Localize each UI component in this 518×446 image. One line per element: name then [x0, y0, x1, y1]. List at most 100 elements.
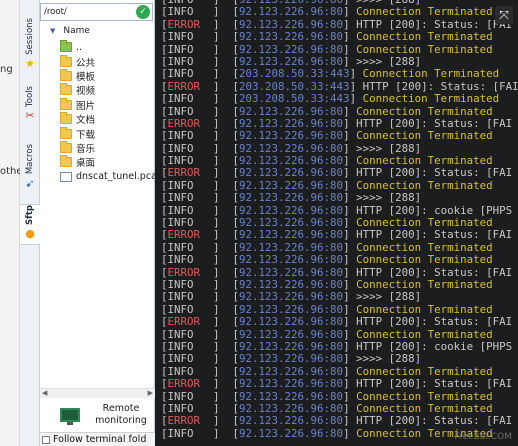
file-list-item[interactable]: ..: [40, 40, 155, 54]
star-icon: ★: [25, 57, 35, 71]
log-address: 92.123.226.96:80: [239, 378, 344, 391]
file-list-item[interactable]: 模板: [40, 68, 155, 83]
bracket: ] [: [193, 340, 240, 353]
log-message: HTTP [200]: Status: [FAI: [362, 80, 518, 93]
log-message: >>>> [288]: [356, 192, 422, 205]
file-name: dnscat_tunel.pcapr: [76, 171, 155, 183]
bracket: ] [: [193, 93, 240, 106]
bracket: ] [: [193, 303, 240, 316]
bracket: ] [: [193, 365, 240, 378]
bracket: ] [: [193, 291, 240, 304]
bracket: ] [: [200, 378, 240, 391]
log-level: INFO: [167, 130, 194, 143]
remote-monitoring-button[interactable]: Remote monitoring: [60, 400, 158, 430]
tab-sessions[interactable]: Sessions ★: [20, 18, 40, 70]
bracket: ]: [343, 415, 357, 428]
log-address: 92.123.226.96:80: [239, 43, 344, 56]
bracket: ] [: [193, 6, 240, 19]
bracket: ] [: [193, 278, 240, 291]
log-level: ERROR: [167, 18, 201, 31]
log-line: [ERROR ] [92.123.226.96:80] HTTP [200]: …: [161, 167, 518, 179]
log-message: Connection Terminated: [362, 93, 500, 106]
log-level: INFO: [167, 402, 194, 415]
horizontal-scrollbar[interactable]: ◀ ▶: [40, 388, 155, 398]
log-address: 92.123.226.96:80: [239, 390, 344, 403]
file-list-item[interactable]: 文档: [40, 112, 155, 126]
log-address: 92.123.226.96:80: [239, 117, 344, 130]
bracket: ]: [343, 402, 357, 415]
file-list-item[interactable]: 公共: [40, 54, 155, 69]
file-list-item[interactable]: 音乐: [40, 140, 155, 155]
log-level: INFO: [167, 340, 194, 353]
log-line: [INFO ] [92.123.226.96:80] Connection Te…: [161, 44, 518, 56]
bracket: ] [: [193, 55, 240, 68]
file-name: 视频: [76, 86, 96, 98]
bracket: ]: [343, 278, 357, 291]
log-message: HTTP [200]: Status: [FAI: [356, 167, 513, 180]
log-level: ERROR: [167, 167, 201, 180]
bracket: ] [: [200, 266, 240, 279]
fullscreen-icon[interactable]: ⤧: [495, 6, 513, 24]
log-line: [INFO ] [203.208.50.33:443] Connection T…: [161, 68, 518, 80]
file-list-item[interactable]: dnscat_tunel.pcapr: [40, 170, 155, 184]
bracket: ]: [343, 192, 357, 205]
log-address: 92.123.226.96:80: [239, 18, 344, 31]
log-message: >>>> [288]: [356, 353, 422, 366]
log-address: 92.123.226.96:80: [239, 6, 344, 19]
log-message: Connection Terminated: [356, 105, 493, 118]
log-line: [INFO ] [92.123.226.96:80] >>>> [288]: [161, 56, 518, 68]
terminal-pane[interactable]: [INFO ] [92.123.226.96:80] >>>> [288][IN…: [155, 0, 518, 446]
bracket: ] [: [193, 130, 240, 143]
tab-sftp[interactable]: Sftp ●: [20, 204, 40, 245]
bracket: ] [: [193, 204, 240, 217]
bracket: ] [: [193, 402, 240, 415]
log-level: INFO: [167, 6, 194, 19]
file-list-item[interactable]: 视频: [40, 83, 155, 97]
bracket: ] [: [193, 254, 240, 267]
file-list-item[interactable]: 图片: [40, 97, 155, 112]
log-level: INFO: [167, 68, 194, 81]
side-tab-bar: Sessions ★ Tools ✂ Macros ➹ Sftp ●: [20, 0, 40, 446]
path-input[interactable]: /root/: [41, 7, 136, 17]
sort-caret-icon: ▼: [50, 27, 56, 35]
log-message: Connection Terminated: [356, 278, 493, 291]
log-message: Connection Terminated: [356, 217, 493, 230]
log-address: 92.123.226.96:80: [239, 427, 344, 440]
scroll-left-icon[interactable]: ◀: [42, 389, 47, 397]
log-level: INFO: [167, 390, 194, 403]
folder-icon: [60, 97, 72, 110]
scroll-right-icon[interactable]: ▶: [148, 389, 153, 397]
folder-icon: [60, 126, 72, 139]
log-line: [INFO ] [92.123.226.96:80] Connection Te…: [161, 180, 518, 192]
log-message: HTTP [200]: Status: [FAI: [356, 117, 513, 130]
bracket: ] [: [200, 229, 240, 242]
tab-tools[interactable]: Tools ✂: [20, 86, 40, 122]
bracket: ] [: [200, 80, 240, 93]
column-header-name[interactable]: Name: [63, 26, 90, 36]
sftp-panel: /root/ ✓ ▼ Name .. 公共 模板视频 图片 文档 下载 音乐 桌面 dnscat…: [40, 0, 195, 446]
file-list-item[interactable]: 下载: [40, 126, 155, 141]
tab-label: Sftp: [25, 205, 35, 225]
bracket: ] [: [193, 241, 240, 254]
log-line: [INFO ] [92.123.226.96:80] Connection Te…: [161, 329, 518, 341]
parent-folder-icon: [60, 40, 72, 53]
log-level: INFO: [167, 55, 194, 68]
log-message: Connection Terminated: [356, 303, 493, 316]
file-list-item[interactable]: 桌面: [40, 155, 155, 169]
log-level: ERROR: [167, 80, 201, 93]
terminal-output: [INFO ] [92.123.226.96:80] >>>> [288][IN…: [161, 0, 518, 440]
check-icon[interactable]: ✓: [136, 5, 150, 19]
path-bar: /root/ ✓: [40, 3, 153, 21]
log-line: [INFO ] [92.123.226.96:80] Connection Te…: [161, 254, 518, 266]
log-level: INFO: [167, 278, 194, 291]
log-address: 92.123.226.96:80: [239, 105, 344, 118]
bracket: ] [: [193, 142, 240, 155]
bracket: ]: [343, 353, 357, 366]
log-message: Connection Terminated: [356, 43, 493, 56]
bracket: ]: [343, 167, 357, 180]
tab-macros[interactable]: Macros ➹: [20, 144, 40, 190]
macro-icon: ➹: [25, 176, 35, 190]
follow-folder-checkbox[interactable]: [42, 435, 50, 444]
log-level: ERROR: [167, 117, 201, 130]
log-address: 92.123.226.96:80: [239, 155, 344, 168]
